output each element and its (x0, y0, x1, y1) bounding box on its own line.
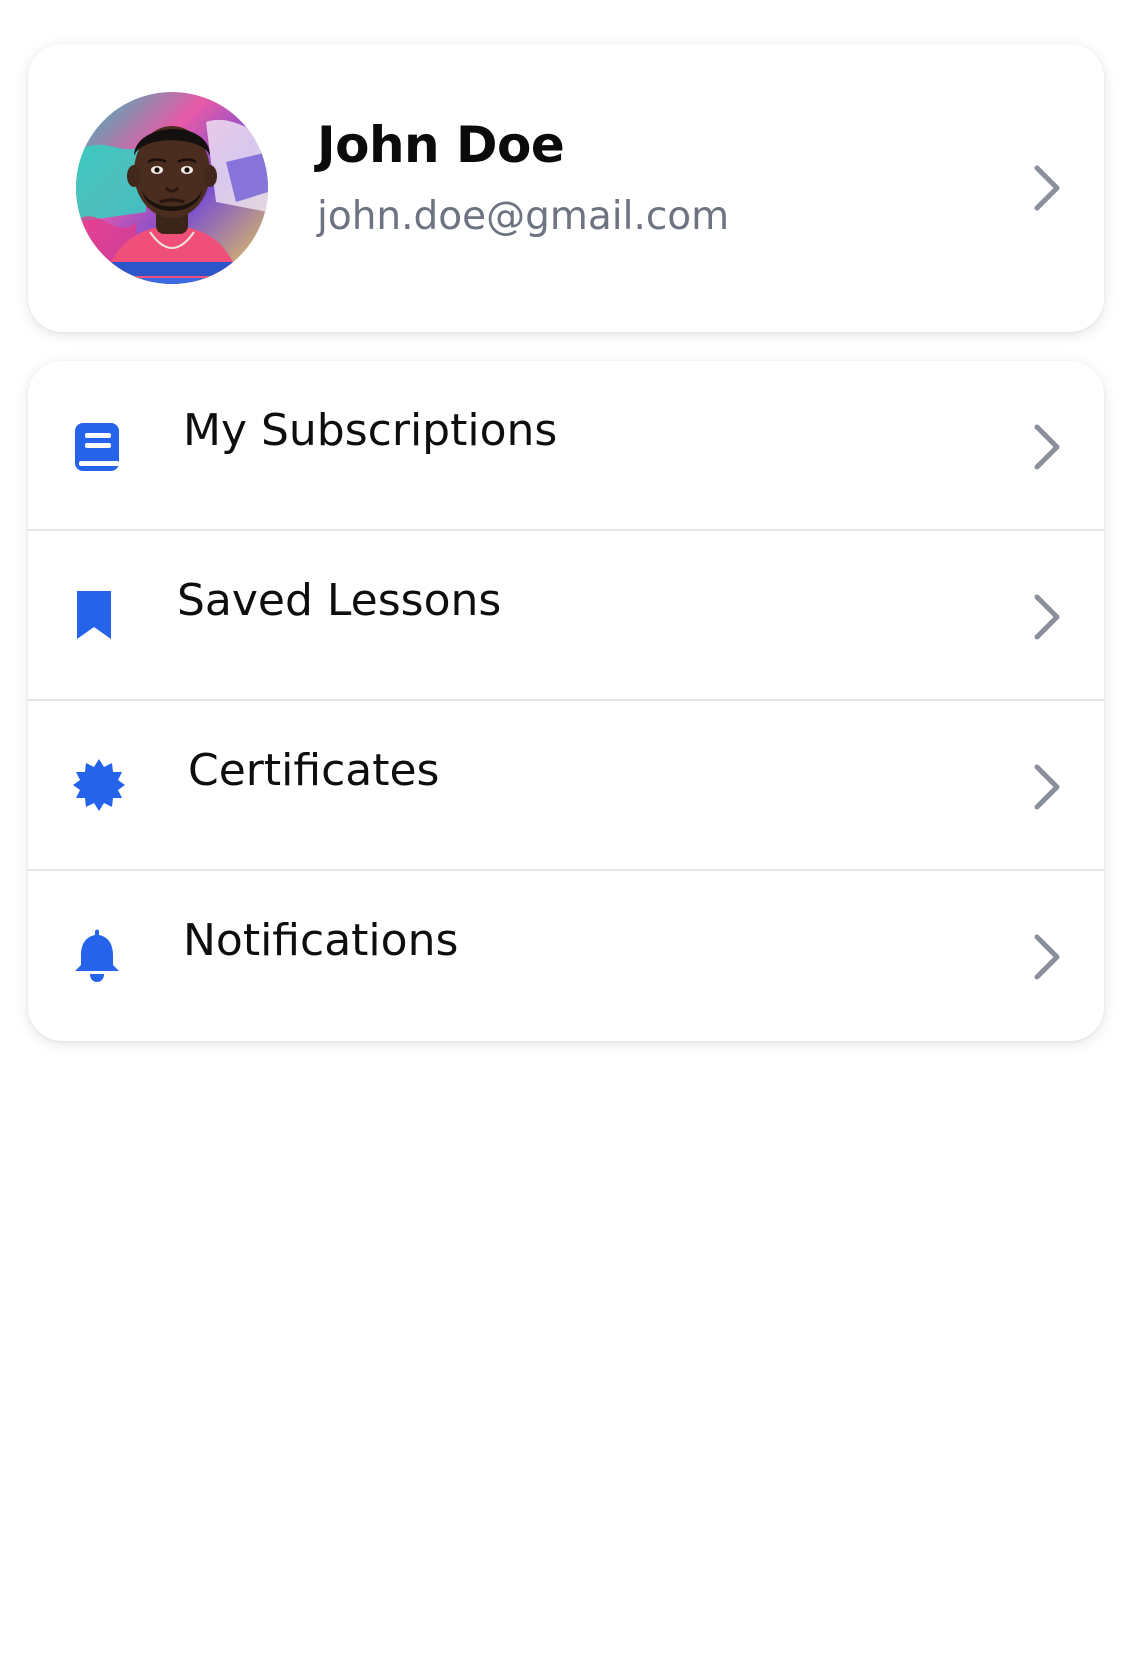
book-icon (75, 423, 119, 471)
menu-item-saved-lessons[interactable]: Saved Lessons (28, 531, 1104, 701)
avatar (76, 92, 268, 284)
profile-name: John Doe (317, 116, 565, 174)
chevron-right-icon (1034, 764, 1060, 810)
avatar-photo (76, 92, 268, 284)
chevron-right-icon[interactable] (1032, 164, 1062, 212)
menu-item-label: My Subscriptions (183, 405, 558, 456)
menu-item-label: Notifications (183, 915, 459, 966)
bookmark-icon (77, 591, 111, 639)
chevron-right-icon (1034, 424, 1060, 470)
profile-email: john.doe@gmail.com (317, 194, 730, 239)
menu-item-my-subscriptions[interactable]: My Subscriptions (28, 361, 1104, 531)
menu-item-notifications[interactable]: Notifications (28, 871, 1104, 1041)
menu-item-label: Certificates (188, 745, 440, 796)
chevron-right-icon (1034, 934, 1060, 980)
menu-card: My Subscriptions Saved Lessons Certifica… (28, 361, 1104, 1041)
badge-icon (73, 759, 125, 811)
menu-item-label: Saved Lessons (177, 575, 502, 626)
chevron-right-icon (1034, 594, 1060, 640)
menu-item-certificates[interactable]: Certificates (28, 701, 1104, 871)
bell-icon (75, 929, 119, 982)
profile-card[interactable]: John Doe john.doe@gmail.com (28, 44, 1104, 332)
